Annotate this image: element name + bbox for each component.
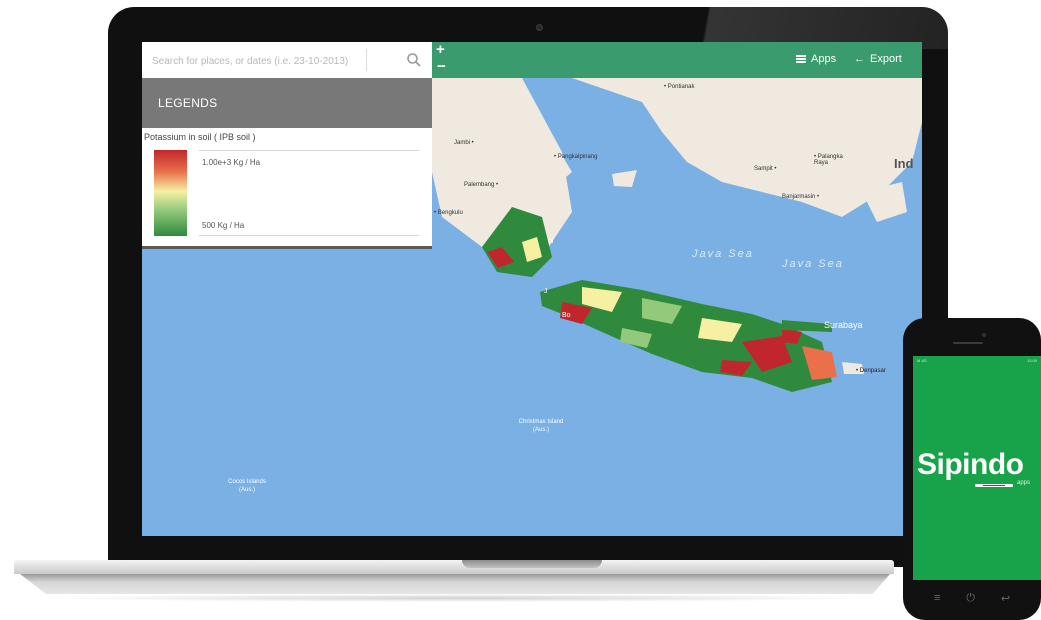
legend-min-label: 500 Kg / Ha	[202, 221, 245, 230]
phone-nav-bar: ≡ ⏻ ↩	[903, 586, 1041, 610]
phone-camera	[982, 333, 986, 337]
export-button[interactable]: ← Export	[854, 53, 902, 65]
label-lampung-partial: ni	[548, 238, 554, 245]
app-screen: • Pontianak Jambi • • Pangkalpinang Pale…	[142, 42, 922, 536]
label-christmas-island: Christmas Island (Aus.)	[518, 419, 564, 433]
legend-color-ramp	[154, 150, 187, 236]
search-icon[interactable]	[406, 52, 422, 68]
label-palembang: Palembang •	[464, 182, 499, 188]
label-palangka-raya: • Palangka Raya	[814, 154, 843, 166]
search-bar	[142, 42, 432, 79]
legend-divider-top	[199, 150, 419, 151]
base-top	[14, 560, 894, 574]
legend-max-label: 1.00e+3 Kg / Ha	[202, 158, 261, 167]
map-toolbar: + − Apps ← Export	[432, 42, 922, 78]
phone-status-bar: M 4G 12:00	[913, 356, 1041, 365]
menu-icon[interactable]: ≡	[934, 592, 940, 604]
legend-divider-bottom	[199, 235, 419, 236]
apps-label: Apps	[811, 53, 837, 65]
label-surabaya: Surabaya	[824, 320, 863, 330]
legend-header[interactable]: LEGENDS	[142, 78, 432, 128]
zoom-out-button[interactable]: −	[437, 59, 446, 75]
label-bengkulu: • Bengkulu	[434, 210, 463, 216]
label-bandung-partial: Bo	[562, 312, 571, 319]
label-java-sea-1: Java Sea	[692, 248, 754, 260]
phone-speaker	[953, 342, 983, 344]
app-logo-text: Sipindo	[917, 448, 1024, 481]
label-denpasar: • Denpasar	[856, 368, 886, 374]
base-notch	[462, 560, 602, 568]
back-icon[interactable]: ↩	[1001, 592, 1010, 605]
legend-title: LEGENDS	[158, 96, 218, 110]
label-sampit: Sampit •	[754, 166, 777, 172]
label-banjarmasin: Banjarmasin •	[782, 194, 820, 200]
status-right: 12:00	[1026, 358, 1037, 363]
legend-panel: Potassium in soil ( IPB soil ) 1.00e+3 K…	[142, 128, 432, 249]
zoom-in-button[interactable]: +	[436, 42, 445, 58]
label-pangkalpinang: • Pangkalpinang	[554, 154, 598, 160]
laptop-base	[14, 560, 894, 606]
phone-frame: M 4G 12:00 Sipindo apps ≡ ⏻ ↩	[903, 318, 1041, 620]
export-arrow-icon: ←	[854, 53, 865, 65]
export-label: Export	[870, 53, 902, 65]
hamburger-icon	[796, 55, 806, 63]
phone-screen: M 4G 12:00 Sipindo apps	[913, 356, 1041, 580]
apps-button[interactable]: Apps	[796, 53, 836, 65]
status-left: M 4G	[917, 358, 927, 363]
power-icon[interactable]: ⏻	[966, 592, 975, 605]
label-pontianak: • Pontianak	[664, 84, 695, 90]
logo-underline	[975, 484, 1013, 487]
label-java-sea-2: Java Sea	[782, 258, 844, 270]
search-input[interactable]	[150, 51, 366, 71]
search-divider	[366, 49, 367, 71]
label-jambi: Jambi •	[454, 140, 474, 146]
laptop-camera	[536, 24, 543, 31]
base-bottom	[20, 574, 890, 594]
legend-layer-title: Potassium in soil ( IPB soil )	[144, 132, 256, 142]
base-shadow	[34, 594, 884, 602]
label-jakarta-partial: J	[544, 288, 548, 295]
label-indonesia: Ind	[894, 156, 914, 171]
label-cocos-islands: Cocos Islands (Aus.)	[228, 479, 266, 493]
app-logo-sub: apps	[1017, 480, 1031, 486]
